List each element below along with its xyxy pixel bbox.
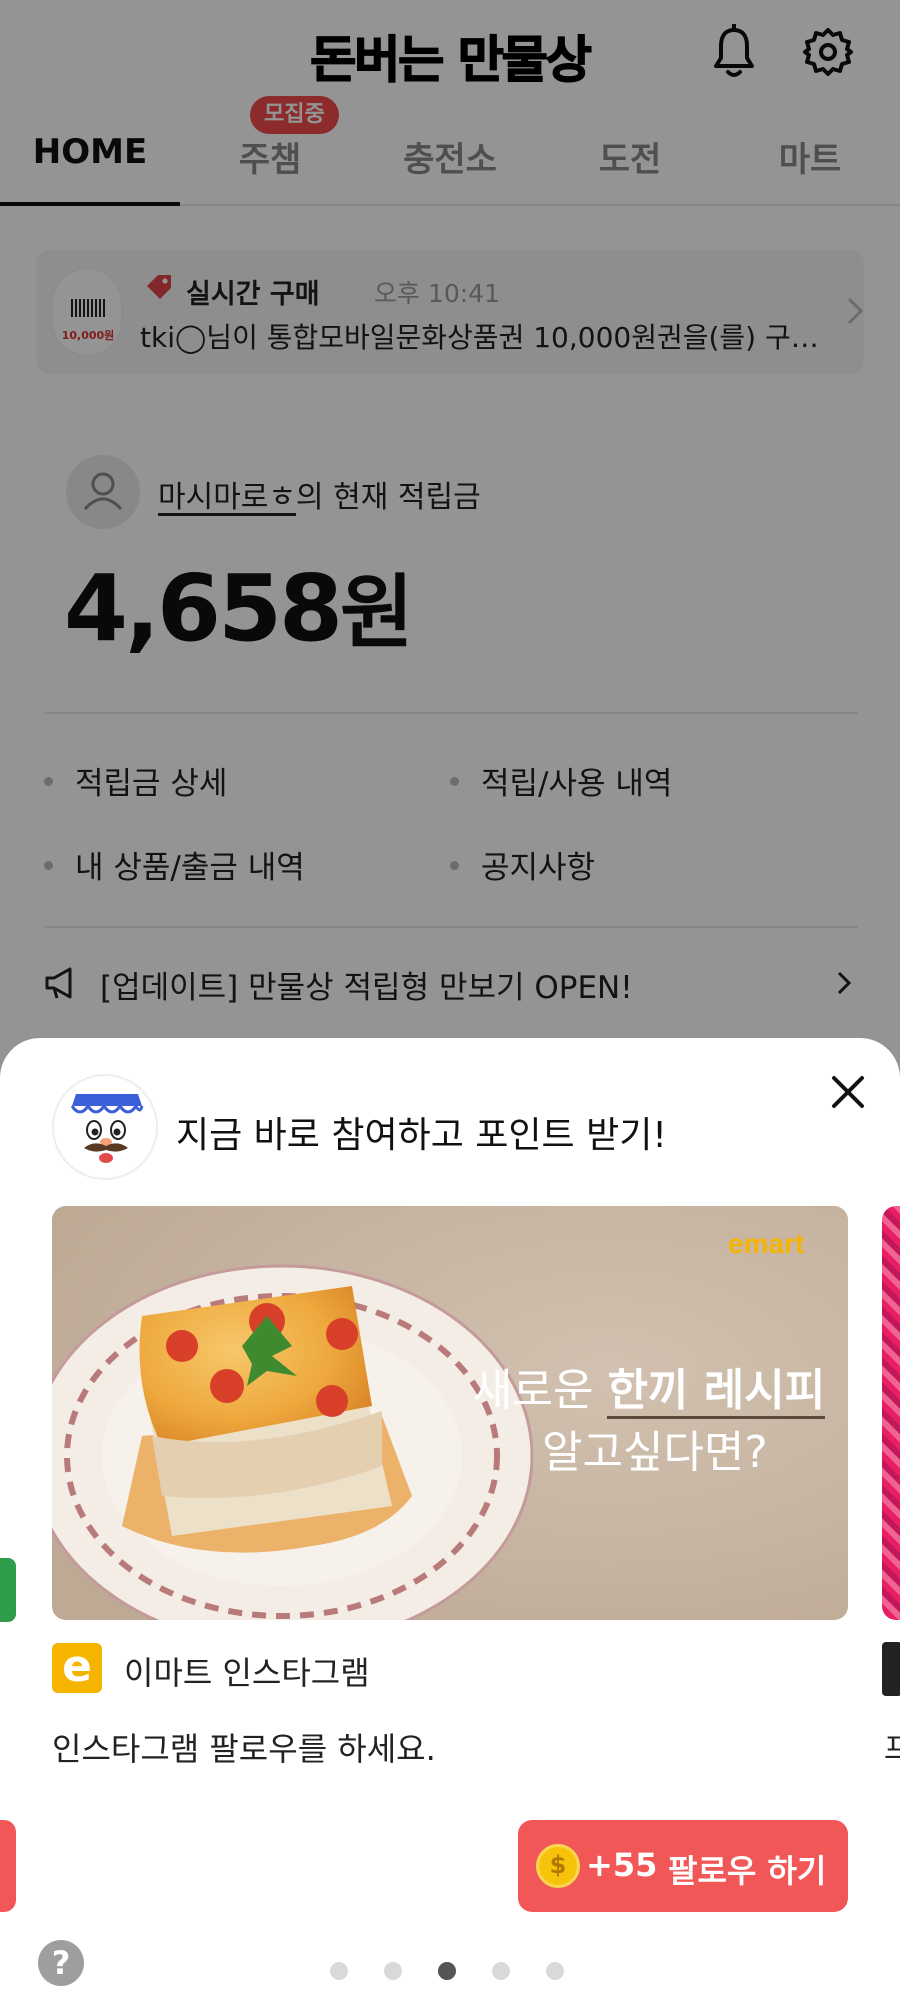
- carousel-pager: [330, 1962, 570, 1982]
- coin-icon: $: [536, 1844, 580, 1888]
- previous-card-button-peek[interactable]: [0, 1820, 16, 1912]
- follow-label: 팔로우 하기: [668, 1852, 827, 1890]
- coin-symbol: $: [549, 1851, 567, 1879]
- card-headline: 새로운 한끼 레시피: [472, 1354, 832, 1419]
- reward-points: +55: [586, 1846, 658, 1884]
- close-icon[interactable]: [826, 1070, 870, 1114]
- help-icon[interactable]: ?: [38, 1940, 84, 1986]
- card-description: 인스타그램 팔로우를 하세요.: [52, 1730, 436, 1768]
- next-card-logo: [882, 1642, 900, 1696]
- pager-dot[interactable]: [330, 1962, 348, 1980]
- bottom-sheet: 지금 바로 참여하고 포인트 받기! emart 새로운 한끼 레시피 알고싶다…: [0, 1038, 900, 2013]
- previous-card-peek[interactable]: [0, 1558, 16, 1622]
- brand-name: 이마트 인스타그램: [124, 1654, 370, 1692]
- emart-logo: e: [52, 1643, 102, 1693]
- headline-part-2: 알고싶다면?: [542, 1427, 768, 1478]
- promo-card-image[interactable]: emart 새로운 한끼 레시피 알고싶다면?: [52, 1206, 848, 1620]
- mascot-avatar: [52, 1074, 158, 1180]
- pager-dot[interactable]: [384, 1962, 402, 1980]
- pager-dot-active[interactable]: [438, 1962, 456, 1980]
- headline-part-1: 새로운: [472, 1365, 594, 1416]
- emart-logo-letter: e: [62, 1641, 92, 1692]
- next-card-peek[interactable]: [882, 1206, 900, 1620]
- follow-button[interactable]: $ +55 팔로우 하기: [518, 1820, 848, 1912]
- pager-dot[interactable]: [492, 1962, 510, 1980]
- mascot-icon: [70, 1094, 144, 1163]
- pager-dot[interactable]: [546, 1962, 564, 1980]
- emart-badge: emart: [728, 1228, 805, 1259]
- next-card-text: 프: [884, 1732, 900, 1767]
- sheet-title: 지금 바로 참여하고 포인트 받기!: [176, 1115, 667, 1156]
- headline-highlight: 한끼 레시피: [607, 1365, 826, 1419]
